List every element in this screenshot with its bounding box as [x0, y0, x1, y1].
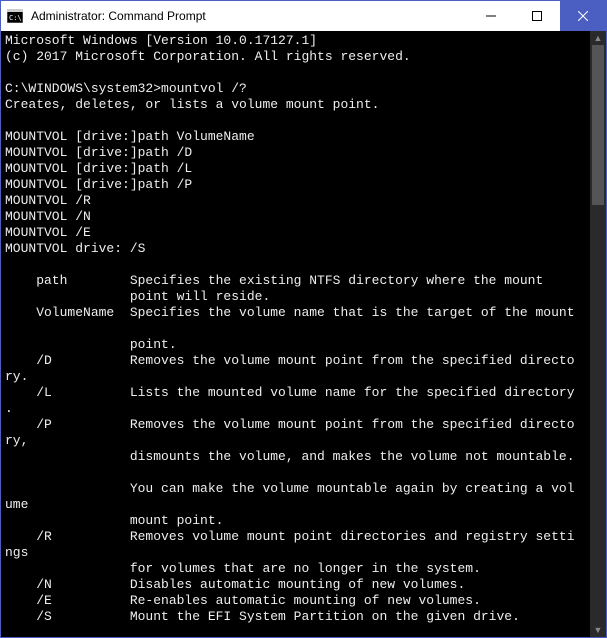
output-line: . [5, 401, 13, 416]
command-prompt-window: C:\ Administrator: Command Prompt [0, 0, 607, 638]
vertical-scrollbar[interactable]: ▲ ▼ [590, 31, 606, 637]
output-line: /D Removes the volume mount point from t… [5, 353, 575, 368]
output-line: MOUNTVOL [drive:]path VolumeName [5, 129, 255, 144]
output-line: path Specifies the existing NTFS directo… [5, 273, 543, 288]
output-line: point. [5, 337, 177, 352]
output-line: MOUNTVOL /E [5, 225, 91, 240]
terminal-output[interactable]: Microsoft Windows [Version 10.0.17127.1]… [1, 31, 606, 637]
output-line: Creates, deletes, or lists a volume moun… [5, 97, 379, 112]
output-line: Microsoft Windows [Version 10.0.17127.1] [5, 33, 317, 48]
window-controls [468, 1, 606, 31]
app-icon: C:\ [1, 1, 29, 31]
output-line: /R Removes volume mount point directorie… [5, 529, 575, 544]
output-line: MOUNTVOL /N [5, 209, 91, 224]
output-line: MOUNTVOL /R [5, 193, 91, 208]
svg-text:C:\: C:\ [9, 14, 22, 22]
output-line: /L Lists the mounted volume name for the… [5, 385, 575, 400]
window-title: Administrator: Command Prompt [29, 9, 468, 23]
scroll-down-arrow[interactable]: ▼ [590, 623, 606, 637]
output-line: /E Re-enables automatic mounting of new … [5, 593, 481, 608]
output-line: VolumeName Specifies the volume name tha… [5, 305, 575, 320]
maximize-button[interactable] [514, 1, 560, 31]
output-line: ry. [5, 369, 28, 384]
minimize-button[interactable] [468, 1, 514, 31]
close-button[interactable] [560, 1, 606, 31]
output-line: /N Disables automatic mounting of new vo… [5, 577, 465, 592]
scrollbar-thumb[interactable] [592, 45, 604, 205]
prompt-line: C:\WINDOWS\system32>mountvol /? [5, 81, 247, 96]
output-line: MOUNTVOL [drive:]path /P [5, 177, 192, 192]
output-line: ry, [5, 433, 28, 448]
output-line: dismounts the volume, and makes the volu… [5, 449, 575, 464]
output-line: mount point. [5, 513, 223, 528]
output-line: for volumes that are no longer in the sy… [5, 561, 481, 576]
output-line: MOUNTVOL [drive:]path /L [5, 161, 192, 176]
output-line: point will reside. [5, 289, 270, 304]
output-line: MOUNTVOL drive: /S [5, 241, 145, 256]
output-line: /P Removes the volume mount point from t… [5, 417, 575, 432]
output-line: /S Mount the EFI System Partition on the… [5, 609, 520, 624]
output-line: ngs [5, 545, 28, 560]
output-line: (c) 2017 Microsoft Corporation. All righ… [5, 49, 411, 64]
output-line: You can make the volume mountable again … [5, 481, 575, 496]
output-line: ume [5, 497, 28, 512]
scroll-up-arrow[interactable]: ▲ [590, 31, 606, 45]
output-line: MOUNTVOL [drive:]path /D [5, 145, 192, 160]
titlebar[interactable]: C:\ Administrator: Command Prompt [1, 1, 606, 31]
